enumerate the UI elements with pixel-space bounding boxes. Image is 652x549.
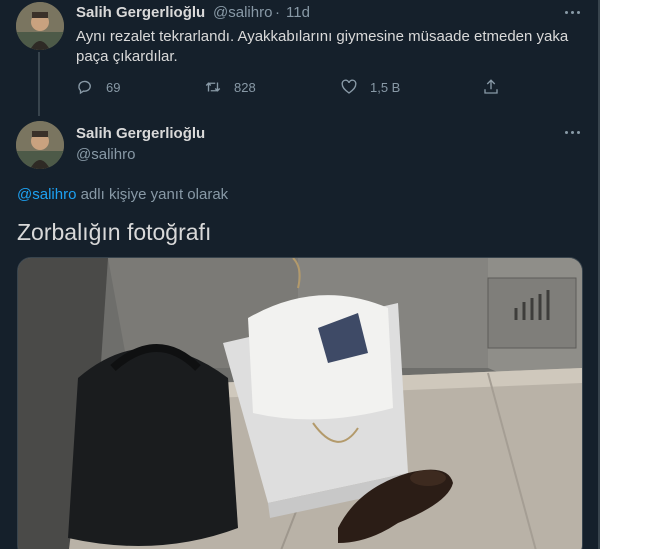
tweet-text: Zorbalığın fotoğrafı <box>17 219 212 245</box>
reply-icon <box>78 80 91 95</box>
tweet-actions: 69 828 1,5 B <box>76 78 516 98</box>
author-handle[interactable]: @salihro <box>76 146 135 163</box>
like-count: 1,5 B <box>370 79 401 95</box>
share-button[interactable] <box>482 78 500 96</box>
reply-button[interactable]: 69 <box>76 78 120 96</box>
more-icon[interactable] <box>562 5 582 19</box>
thread-line <box>38 52 40 116</box>
tweet-photo[interactable] <box>17 257 583 549</box>
reply-context: @salihro adlı kişiye yanıt olarak <box>17 186 228 203</box>
column-border <box>598 0 600 549</box>
retweet-button[interactable]: 828 <box>204 78 256 96</box>
retweet-count: 828 <box>234 79 256 95</box>
tweet-time[interactable]: 11d <box>286 4 310 21</box>
share-icon <box>484 79 498 94</box>
reply-mention-link[interactable]: @salihro <box>17 186 76 203</box>
tweet-text: Aynı rezalet tekrarlandı. Ayakkabılarını… <box>76 28 569 65</box>
like-button[interactable]: 1,5 B <box>340 78 400 96</box>
reply-count: 69 <box>106 79 121 95</box>
author-handle[interactable]: @salihro <box>213 4 272 21</box>
timeline: Salih Gergerlioğlu @salihro · 11d Aynı r… <box>0 0 598 549</box>
author-name[interactable]: Salih Gergerlioğlu <box>76 4 205 21</box>
separator: · <box>275 4 280 21</box>
reply-context-label: adlı kişiye yanıt olarak <box>76 186 229 203</box>
avatar[interactable] <box>16 121 64 169</box>
avatar[interactable] <box>16 2 64 50</box>
more-icon[interactable] <box>562 125 582 139</box>
retweet-icon <box>205 82 221 92</box>
like-icon <box>341 79 357 94</box>
author-name[interactable]: Salih Gergerlioğlu <box>76 125 205 142</box>
